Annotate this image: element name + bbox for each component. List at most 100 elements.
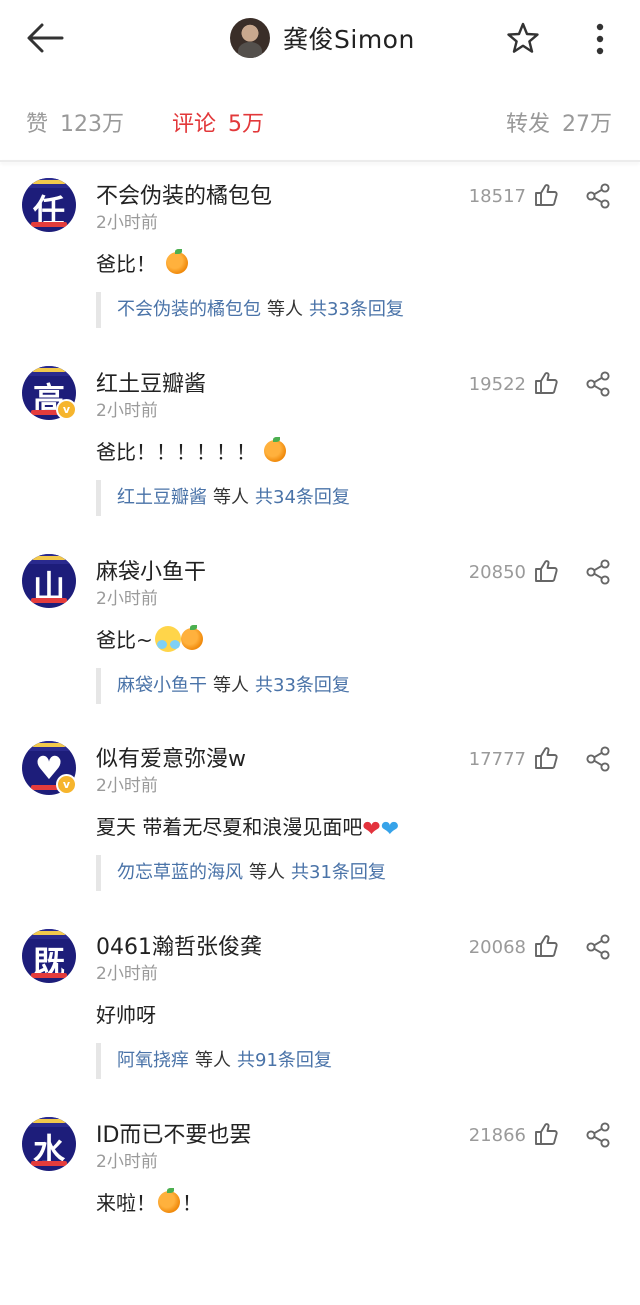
commenter-avatar[interactable]: 既 bbox=[22, 929, 76, 983]
comment-time: 2小时前 bbox=[96, 589, 158, 609]
like-icon[interactable] bbox=[533, 370, 559, 396]
comment-text: 爸比！ bbox=[96, 248, 188, 277]
reply-summary[interactable]: 阿氧挠痒 等人 共91条回复 bbox=[96, 1043, 332, 1079]
commenter-name[interactable]: 似有爱意弥漫w bbox=[96, 741, 246, 773]
reply-count[interactable]: 共33条回复 bbox=[255, 675, 350, 696]
comment-time: 2小时前 bbox=[96, 964, 158, 984]
like-icon[interactable] bbox=[533, 745, 559, 771]
comment-text-body: 爸比~ bbox=[96, 628, 153, 652]
share-icon[interactable] bbox=[584, 745, 612, 773]
like-icon[interactable] bbox=[533, 558, 559, 584]
reply-user[interactable]: 勿忘草蓝的海风 bbox=[117, 862, 243, 883]
like-icon[interactable] bbox=[533, 933, 559, 959]
comment-text: 好帅呀 bbox=[96, 999, 156, 1028]
comment-item: 既 0461瀚哲张俊龚 2小时前好帅呀 20068 阿氧挠痒 等人 共91条回复 bbox=[0, 929, 640, 1117]
commenter-name[interactable]: 不会伪装的橘包包 bbox=[96, 178, 272, 210]
user-avatar[interactable] bbox=[230, 18, 270, 58]
share-icon[interactable] bbox=[584, 370, 612, 398]
avatar-band-text bbox=[32, 180, 66, 184]
orange-emoji bbox=[264, 437, 286, 462]
avatar-band-bottom bbox=[31, 1161, 67, 1166]
tab-reposts-label: 转发 bbox=[506, 112, 551, 137]
share-icon[interactable] bbox=[584, 933, 612, 961]
reply-user[interactable]: 阿氧挠痒 bbox=[117, 1050, 189, 1071]
reply-user[interactable]: 麻袋小鱼干 bbox=[117, 675, 207, 696]
avatar-band-bottom bbox=[31, 222, 67, 227]
star-icon[interactable] bbox=[505, 20, 541, 56]
reply-summary[interactable]: 勿忘草蓝的海风 等人 共31条回复 bbox=[96, 855, 386, 891]
reply-count[interactable]: 共34条回复 bbox=[255, 487, 350, 508]
tab-comments[interactable]: 评论 5万 bbox=[172, 106, 264, 138]
like-icon[interactable] bbox=[533, 1121, 559, 1147]
like-count: 20068 bbox=[468, 937, 526, 958]
verified-badge-icon: v bbox=[56, 399, 77, 420]
comment-text: 夏天 带着无尽夏和浪漫见面吧❤❤ bbox=[96, 811, 399, 841]
comment-time: 2小时前 bbox=[96, 213, 158, 233]
reply-summary[interactable]: 红土豆瓣酱 等人 共34条回复 bbox=[96, 480, 350, 516]
more-vertical-icon[interactable] bbox=[586, 20, 614, 58]
page-title: 龚俊Simon bbox=[283, 25, 415, 54]
tab-comments-count: 5万 bbox=[228, 112, 265, 137]
reply-summary[interactable]: 麻袋小鱼干 等人 共33条回复 bbox=[96, 668, 350, 704]
reply-user[interactable]: 不会伪装的橘包包 bbox=[117, 299, 261, 320]
crying-emoji bbox=[154, 626, 181, 652]
commenter-name[interactable]: 麻袋小鱼干 bbox=[96, 554, 206, 586]
reply-etc: 等人 bbox=[213, 487, 249, 508]
reply-etc: 等人 bbox=[249, 862, 285, 883]
orange-emoji bbox=[166, 249, 188, 274]
tab-reposts[interactable]: 转发 27万 bbox=[506, 106, 612, 138]
like-icon[interactable] bbox=[533, 182, 559, 208]
reply-count[interactable]: 共91条回复 bbox=[237, 1050, 332, 1071]
tab-reposts-count: 27万 bbox=[562, 112, 613, 137]
reply-count[interactable]: 共33条回复 bbox=[309, 299, 404, 320]
tab-likes[interactable]: 赞 123万 bbox=[26, 106, 124, 138]
comment-text: 来啦！ ！ bbox=[96, 1187, 202, 1216]
comment-time: 2小时前 bbox=[96, 401, 158, 421]
title-area[interactable]: 龚俊Simon bbox=[230, 16, 415, 60]
comment-text: 爸比~ bbox=[96, 624, 203, 653]
comment-text-body: 爸比！ bbox=[96, 252, 156, 276]
reply-summary[interactable]: 不会伪装的橘包包 等人 共33条回复 bbox=[96, 292, 404, 328]
commenter-avatar[interactable]: 水 bbox=[22, 1117, 76, 1171]
share-icon[interactable] bbox=[584, 182, 612, 210]
commenter-name[interactable]: 0461瀚哲张俊龚 bbox=[96, 929, 262, 961]
stats-tabs: 赞 123万 评论 5万 转发 27万 bbox=[0, 100, 640, 144]
back-arrow-icon[interactable] bbox=[22, 18, 68, 58]
avatar-band-text bbox=[32, 931, 66, 935]
commenter-avatar[interactable]: 任 bbox=[22, 178, 76, 232]
top-bar: 龚俊Simon bbox=[0, 0, 640, 78]
like-count: 17777 bbox=[468, 749, 526, 770]
avatar-band-bottom bbox=[31, 598, 67, 603]
commenter-name[interactable]: 红土豆瓣酱 bbox=[96, 366, 206, 398]
blue-heart-emoji: ❤ bbox=[380, 817, 400, 842]
tab-likes-count: 123万 bbox=[60, 112, 125, 137]
reply-etc: 等人 bbox=[213, 675, 249, 696]
verified-badge-icon: v bbox=[56, 774, 77, 795]
reply-etc: 等人 bbox=[267, 299, 303, 320]
tab-comments-label: 评论 bbox=[172, 112, 217, 137]
comment-time: 2小时前 bbox=[96, 776, 158, 796]
tab-likes-label: 赞 bbox=[26, 112, 49, 137]
like-count: 20850 bbox=[468, 562, 526, 583]
red-heart-emoji: ❤ bbox=[362, 817, 381, 842]
commenter-avatar[interactable]: 山 bbox=[22, 554, 76, 608]
comment-text-body: 爸比！！！！！！ bbox=[96, 440, 256, 464]
comment-item: 水 ID而已不要也罢 2小时前来啦！ ！ 21866 bbox=[0, 1117, 640, 1305]
like-count: 21866 bbox=[468, 1125, 526, 1146]
share-icon[interactable] bbox=[584, 1121, 612, 1149]
comment-item: 高 v 红土豆瓣酱 2小时前 爸比！！！！！！ 19522 红土豆瓣酱 等人 共34条回复 bbox=[0, 366, 640, 554]
share-icon[interactable] bbox=[584, 558, 612, 586]
divider bbox=[0, 160, 640, 162]
reply-user[interactable]: 红土豆瓣酱 bbox=[117, 487, 207, 508]
reply-etc: 等人 bbox=[195, 1050, 231, 1071]
comment-text-tail: ！ bbox=[182, 1191, 202, 1215]
comment-item: 任不会伪装的橘包包 2小时前 爸比！ 18517 不会伪装的橘包包 等人 共33条回复 bbox=[0, 178, 640, 366]
comment-text-body: 夏天 带着无尽夏和浪漫见面吧 bbox=[96, 815, 363, 839]
comment-text: 爸比！！！！！！ bbox=[96, 436, 286, 465]
orange-emoji bbox=[158, 1188, 180, 1213]
avatar-band-text bbox=[32, 368, 66, 372]
comment-time: 2小时前 bbox=[96, 1152, 158, 1172]
comment-item: 山麻袋小鱼干 2小时前 爸比~ 20850 麻袋小鱼干 等人 共33条回复 bbox=[0, 554, 640, 742]
reply-count[interactable]: 共31条回复 bbox=[291, 862, 386, 883]
commenter-name[interactable]: ID而已不要也罢 bbox=[96, 1117, 251, 1149]
